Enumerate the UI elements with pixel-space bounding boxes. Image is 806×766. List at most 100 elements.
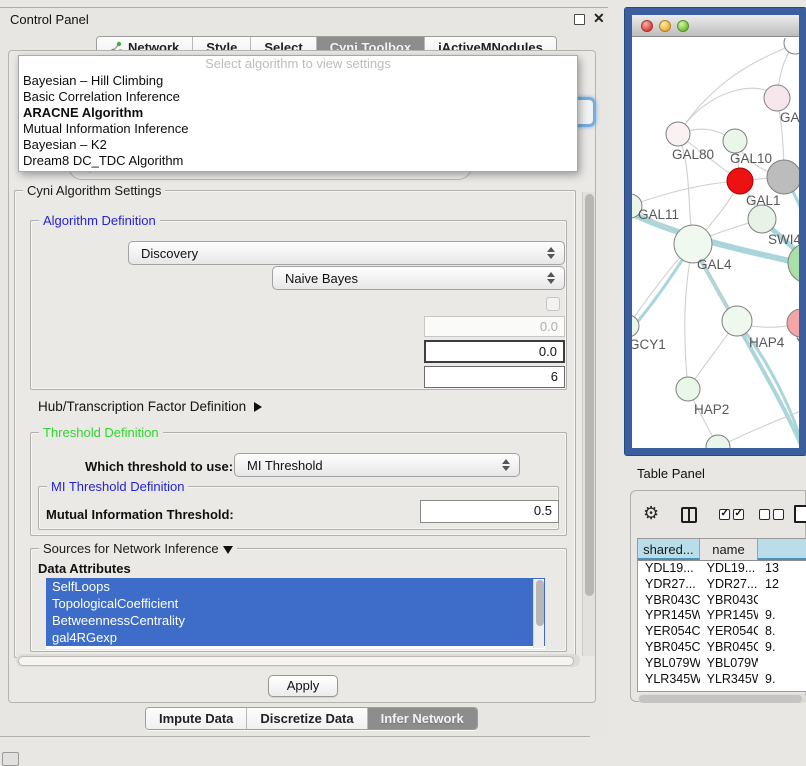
attribute-item-gal4rgexp[interactable]: gal4RGexp	[46, 629, 545, 646]
aracne-mode-value: Discovery	[141, 246, 198, 261]
unchecked-pair-icon[interactable]	[759, 509, 784, 520]
stepper-icon	[547, 272, 555, 284]
mi-algorithm-type-combo[interactable]: Naive Bayes	[272, 266, 565, 290]
mi-threshold-field[interactable]: 0.5	[420, 500, 559, 523]
table-horizontal-scrollbar[interactable]	[638, 694, 806, 703]
float-panel-icon[interactable]	[574, 14, 585, 25]
table-cell: 9.	[758, 608, 806, 624]
sources-group-title[interactable]: Sources for Network Inference	[39, 541, 237, 556]
table-cell	[758, 656, 806, 672]
network-node[interactable]	[784, 38, 799, 54]
scrollbar-thumb[interactable]	[639, 695, 802, 703]
algorithm-option-bayesian-hill-climbing[interactable]: Bayesian – Hill Climbing	[19, 73, 577, 89]
tab-infer-network-label: Infer Network	[381, 711, 464, 726]
algorithm-option-basic-correlation-inference[interactable]: Basic Correlation Inference	[19, 89, 577, 105]
network-node-hap4[interactable]	[722, 306, 752, 336]
network-node-swi4[interactable]	[748, 205, 776, 233]
network-node-gal80[interactable]	[666, 122, 690, 146]
mi-algorithm-type-value: Naive Bayes	[285, 271, 358, 286]
table-row[interactable]: YDL19...YDL19...13	[638, 561, 806, 577]
mi-steps-field[interactable]: 6	[424, 366, 565, 388]
table-row[interactable]: YBL079WYBL079W	[638, 656, 806, 672]
dpi-tolerance-field[interactable]: 0.0	[424, 340, 565, 363]
table-cell: YER054C	[638, 624, 700, 640]
network-edge[interactable]	[632, 181, 740, 206]
algorithm-option-mutual-information-inference[interactable]: Mutual Information Inference	[19, 121, 577, 137]
data-attributes-label: Data Attributes	[38, 561, 131, 576]
table-row[interactable]: YPR145WYPR145W9.	[638, 608, 806, 624]
tab-impute-data[interactable]: Impute Data	[146, 708, 247, 729]
table-cell: YBL079W	[700, 656, 758, 672]
tab-discretize-data[interactable]: Discretize Data	[247, 708, 367, 729]
settings-vertical-scrollbar[interactable]	[582, 192, 595, 656]
table-row[interactable]: YBR045CYBR045C9.	[638, 640, 806, 656]
network-edge-highlighted[interactable]	[632, 248, 690, 338]
scrollbar-thumb[interactable]	[18, 656, 574, 666]
network-node[interactable]	[706, 435, 730, 448]
network-edge[interactable]	[685, 246, 693, 389]
table-cell: YDL19...	[638, 561, 700, 577]
zoom-window-icon[interactable]	[677, 20, 689, 32]
kernel-width-field[interactable]: 0.0	[424, 316, 565, 337]
node-label-gal11: GAL11	[638, 207, 679, 222]
algorithm-option-dream8-dc-tdc-algorithm[interactable]: Dream8 DC_TDC Algorithm	[19, 153, 577, 169]
network-node-gal1[interactable]	[727, 168, 753, 194]
attribute-item-topologicalcoefficient[interactable]: TopologicalCoefficient	[46, 595, 545, 612]
columns-icon[interactable]	[681, 507, 697, 523]
algorithm-option-aracne-algorithm[interactable]: ARACNE Algorithm	[19, 105, 577, 121]
network-node-gal[interactable]	[764, 85, 790, 111]
table-cell: YBR045C	[638, 640, 700, 656]
attribute-item-betweennesscentrality[interactable]: BetweennessCentrality	[46, 612, 545, 629]
checked-pair-icon[interactable]	[719, 509, 744, 520]
which-threshold-combo[interactable]: MI Threshold	[234, 453, 520, 477]
table-row[interactable]: YDR27...YDR27...12	[638, 577, 806, 593]
tab-impute-data-label: Impute Data	[159, 711, 233, 726]
column-header-name[interactable]: name	[700, 539, 759, 560]
table-cell: YLR345W	[638, 672, 700, 683]
settings-group-title: Cyni Algorithm Settings	[23, 183, 165, 198]
scrollbar-thumb[interactable]	[585, 194, 594, 596]
table-cell: YPR145W	[638, 608, 700, 624]
hub-definition-toggle[interactable]: Hub/Transcription Factor Definition	[38, 399, 262, 414]
close-panel-icon[interactable]	[593, 12, 606, 25]
network-node[interactable]	[788, 243, 799, 283]
table-cell: 13	[758, 561, 806, 577]
scrollbar-thumb[interactable]	[536, 580, 544, 626]
column-header-shared[interactable]: shared...	[638, 539, 700, 560]
table-panel-window: shared...name YDL19...YDL19...13YDR27...…	[630, 490, 806, 702]
table-header-row: shared...name	[638, 539, 806, 561]
network-node-y[interactable]	[787, 309, 799, 337]
network-canvas[interactable]: GALGAL80GAL10GAL1GAL11SWI4GAL4GCY1HAP4YH…	[632, 38, 799, 448]
algorithm-option-bayesian-k2[interactable]: Bayesian – K2	[19, 137, 577, 153]
table-row[interactable]: YBR043CYBR043C	[638, 593, 806, 609]
table-row[interactable]: YER054CYER054C8.	[638, 624, 806, 640]
network-node-gcy1[interactable]	[632, 315, 639, 337]
list-scrollbar[interactable]	[533, 579, 544, 648]
aracne-mode-combo[interactable]: Discovery	[128, 241, 565, 265]
collapsed-panel-button[interactable]	[2, 752, 19, 766]
node-label-swi4: SWI4	[768, 232, 799, 247]
gear-icon[interactable]	[643, 503, 659, 524]
manual-kernel-width-checkbox[interactable]	[546, 297, 560, 311]
network-node-hap2[interactable]	[676, 377, 700, 401]
table-cell: YBR045C	[700, 640, 758, 656]
table-cell: 8.	[758, 624, 806, 640]
table-row[interactable]: YLR345WYLR345W9.	[638, 672, 806, 683]
node-label-hap4: HAP4	[749, 335, 785, 350]
attribute-item-selfloops[interactable]: SelfLoops	[46, 578, 545, 595]
network-edge[interactable]	[678, 88, 777, 134]
mi-threshold-definition-title: MI Threshold Definition	[47, 479, 188, 494]
network-window-titlebar[interactable]	[632, 15, 799, 37]
which-threshold-label: Which threshold to use:	[85, 459, 233, 474]
apply-button[interactable]: Apply	[268, 675, 338, 697]
column-header-2[interactable]	[758, 539, 806, 560]
network-node-gal10[interactable]	[723, 129, 747, 153]
table-cell: YDL19...	[700, 561, 758, 577]
page-icon[interactable]	[794, 505, 806, 523]
tab-infer-network[interactable]: Infer Network	[368, 708, 477, 729]
settings-horizontal-scrollbar[interactable]	[16, 654, 580, 667]
close-window-icon[interactable]	[641, 20, 653, 32]
data-attributes-list[interactable]: SelfLoopsTopologicalCoefficientBetweenne…	[46, 578, 545, 649]
minimize-window-icon[interactable]	[659, 20, 671, 32]
node-label-gal: GAL	[780, 110, 799, 125]
